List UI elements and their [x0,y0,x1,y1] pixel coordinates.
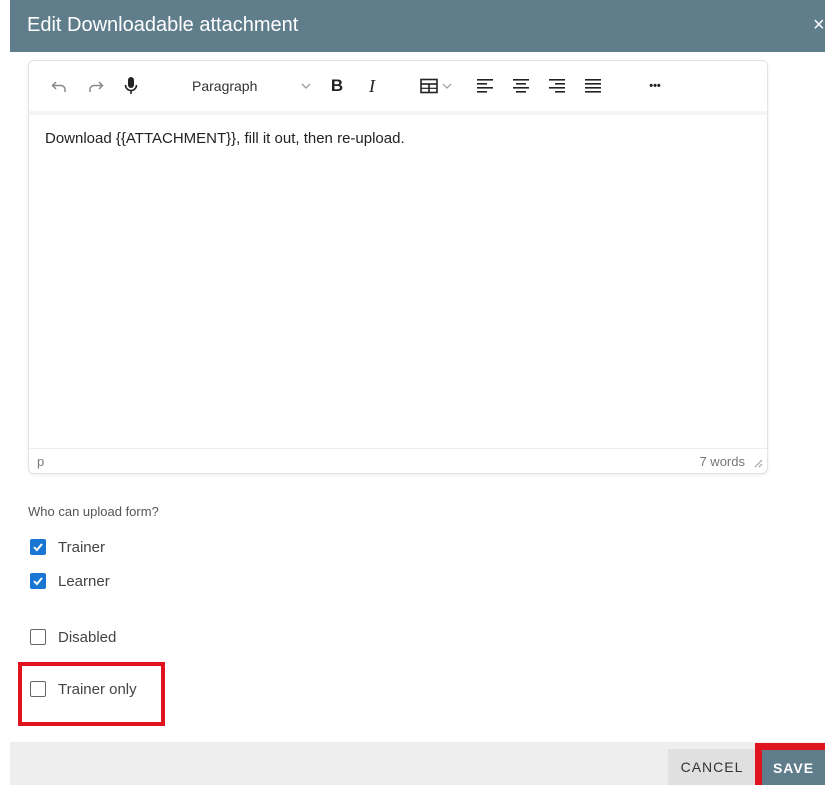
align-left-icon[interactable] [474,74,496,98]
dialog-title: Edit Downloadable attachment [27,14,299,36]
option-trainer[interactable]: Trainer [30,537,105,557]
cancel-button[interactable]: CANCEL [668,749,756,785]
editor-content[interactable]: Download {{ATTACHMENT}}, fill it out, th… [45,130,405,147]
close-icon[interactable]: × [813,14,825,36]
highlight-box [18,662,165,726]
italic-icon[interactable]: I [362,74,382,98]
option-label: Disabled [58,628,117,646]
check-icon [33,543,43,552]
align-right-icon[interactable] [546,74,568,98]
format-select[interactable]: Paragraph [189,75,312,97]
microphone-icon[interactable] [119,74,143,98]
check-icon [33,577,43,586]
option-disabled[interactable]: Disabled [30,627,116,647]
editor-statusbar: p 7 words [29,448,767,473]
option-label: Learner [58,572,110,590]
element-path[interactable]: p [37,454,44,469]
option-label: Trainer [58,538,105,556]
resize-handle-icon[interactable] [753,456,763,471]
save-button[interactable]: SAVE [762,750,825,785]
option-learner[interactable]: Learner [30,571,110,591]
undo-icon[interactable] [47,74,71,98]
more-icon[interactable]: ••• [642,74,668,98]
justify-icon[interactable] [582,74,604,98]
checkbox-learner[interactable] [30,573,46,589]
word-count[interactable]: 7 words [699,454,745,469]
bold-icon[interactable]: B [327,74,347,98]
chevron-down-icon [300,79,312,95]
format-select-value: Paragraph [192,78,258,94]
align-center-icon[interactable] [510,74,532,98]
table-icon[interactable] [419,74,459,98]
rich-text-editor: Paragraph B I ••• Download {{ATTACHMENT}… [28,60,768,474]
editor-toolbar: Paragraph B I ••• [29,61,767,115]
checkbox-trainer[interactable] [30,539,46,555]
upload-permission-question: Who can upload form? [28,504,159,519]
redo-icon[interactable] [84,74,108,98]
checkbox-disabled[interactable] [30,629,46,645]
dialog-header: Edit Downloadable attachment × [10,0,825,52]
